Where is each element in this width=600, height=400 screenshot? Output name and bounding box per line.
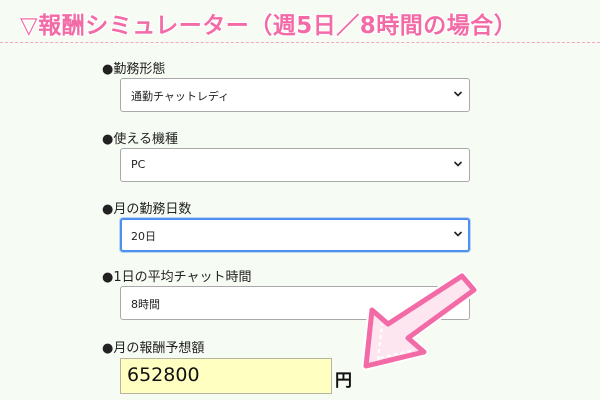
chevron-down-icon (453, 161, 463, 167)
work-days-label: ●月の勤務日数 (102, 202, 192, 217)
device-select[interactable]: PC (120, 148, 470, 182)
title-divider (0, 42, 600, 43)
chevron-down-icon (453, 91, 463, 97)
work-days-value: 20日 (131, 230, 156, 243)
work-style-select[interactable]: 通勤チャットレディ (120, 78, 470, 112)
device-value: PC (131, 158, 146, 171)
estimate-output: 652800 (120, 358, 332, 394)
work-style-value: 通勤チャットレディ (131, 90, 230, 103)
work-style-label: ●勤務形態 (102, 62, 166, 77)
chevron-down-icon (453, 231, 463, 237)
device-label: ●使える機種 (102, 132, 178, 147)
page-title: ▽報酬シミュレーター（週5日／8時間の場合） (20, 13, 518, 39)
chat-hours-value: 8時間 (131, 298, 160, 311)
pink-arrow-icon (361, 271, 479, 371)
estimate-value: 652800 (127, 364, 200, 386)
chat-hours-label: ●1日の平均チャット時間 (102, 270, 252, 285)
work-days-select[interactable]: 20日 (120, 218, 470, 252)
estimate-label: ●月の報酬予想額 (102, 341, 205, 356)
title-bar: ▽報酬シミュレーター（週5日／8時間の場合） (0, 0, 600, 44)
